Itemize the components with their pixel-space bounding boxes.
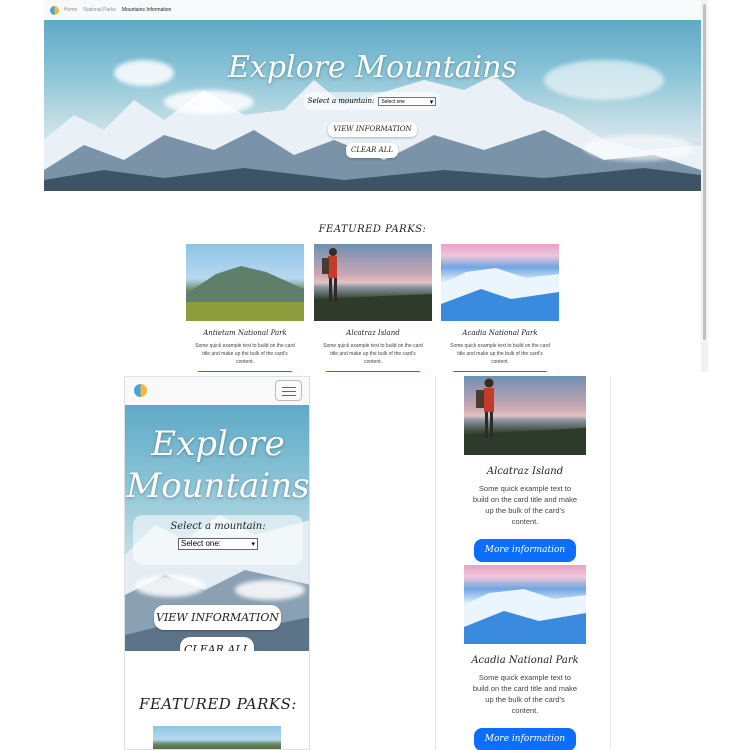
chevron-down-icon: ▾ [251, 541, 255, 548]
card-title: Acadia National Park [462, 329, 538, 337]
scrollbar[interactable] [701, 0, 708, 372]
more-information-button[interactable] [323, 371, 423, 372]
clear-all-button[interactable]: CLEAR ALL [180, 637, 254, 651]
more-information-button[interactable] [450, 371, 550, 372]
park-image [153, 726, 281, 749]
park-image [441, 244, 559, 321]
card-text: Some quick example text to build on the … [472, 673, 578, 715]
park-card: Alcatraz Island Some quick example text … [464, 376, 586, 562]
clear-all-button[interactable]: CLEAR ALL [346, 143, 398, 158]
mobile-view: Explore Mountains Select a mountain: Sel… [124, 376, 310, 750]
card-text: Some quick example text to build on the … [450, 343, 550, 365]
card-text: Some quick example text to build on the … [195, 343, 295, 365]
more-information-button[interactable]: More information [474, 539, 576, 562]
hero-banner: Explore Mountains Select a mountain: Sel… [44, 20, 701, 191]
breadcrumb-navbar: Home National Parks Mountains Informatio… [44, 0, 701, 20]
card-title: Acadia National Park [471, 655, 579, 666]
select-label: Select a mountain: [307, 97, 375, 105]
mountain-select[interactable]: Select one: ▾ [178, 538, 258, 550]
mountain-select[interactable]: Select one ▾ [378, 96, 437, 106]
featured-parks-heading: FEATURED PARKS: [318, 224, 427, 235]
mobile-cards-view: Alcatraz Island Some quick example text … [435, 376, 611, 750]
select-label: Select a mountain: [170, 521, 266, 532]
nav-link-home[interactable]: Home [64, 7, 77, 13]
logo-icon[interactable] [50, 5, 59, 15]
select-value: Select one: [181, 539, 222, 548]
more-information-button[interactable] [195, 371, 295, 372]
nav-link-national-parks[interactable]: National Parks [83, 7, 116, 13]
park-image [314, 244, 432, 321]
card-title: Antietam National Park [203, 329, 287, 337]
park-image [464, 565, 586, 644]
mountain-icon [186, 266, 304, 321]
park-card: Acadia National Park Some quick example … [464, 565, 586, 750]
hero-title: Explore Mountains [228, 50, 517, 85]
card-text: Some quick example text to build on the … [323, 343, 423, 365]
card-title: Alcatraz Island [486, 466, 564, 477]
mountain-select-panel: Select a mountain: Select one ▾ [304, 92, 440, 110]
nav-link-mountains-information[interactable]: Mountains Information [122, 7, 171, 13]
hiker-icon [314, 248, 432, 321]
card-title: Alcatraz Island [346, 329, 400, 337]
more-information-button[interactable]: More information [474, 728, 576, 750]
snow-mountain-icon [464, 589, 586, 644]
view-information-button[interactable]: VIEW INFORMATION [154, 605, 281, 630]
snow-mountain-icon [441, 268, 559, 321]
park-card: Acadia National Park Some quick example … [441, 244, 559, 372]
desktop-view: Home National Parks Mountains Informatio… [44, 0, 708, 372]
hamburger-menu-button[interactable] [275, 380, 302, 401]
park-image [186, 244, 304, 321]
card-text: Some quick example text to build on the … [472, 484, 578, 526]
logo-icon[interactable] [134, 384, 147, 397]
park-card: Alcatraz Island Some quick example text … [314, 244, 432, 372]
park-image [464, 376, 586, 455]
select-value: Select one [381, 98, 405, 105]
scrollbar-thumb[interactable] [703, 4, 706, 340]
park-card: Antietam National Park Some quick exampl… [186, 244, 304, 372]
chevron-down-icon: ▾ [429, 98, 434, 106]
mobile-navbar [125, 377, 309, 405]
hero-title: Explore Mountains [126, 424, 310, 506]
hero-banner: Explore Mountains Select a mountain: Sel… [125, 405, 310, 651]
mountain-select-panel: Select a mountain: Select one: ▾ [133, 515, 303, 565]
featured-parks-heading: FEATURED PARKS: [139, 695, 297, 713]
view-information-button[interactable]: VIEW INFORMATION [328, 122, 417, 137]
hiker-icon [464, 378, 586, 455]
